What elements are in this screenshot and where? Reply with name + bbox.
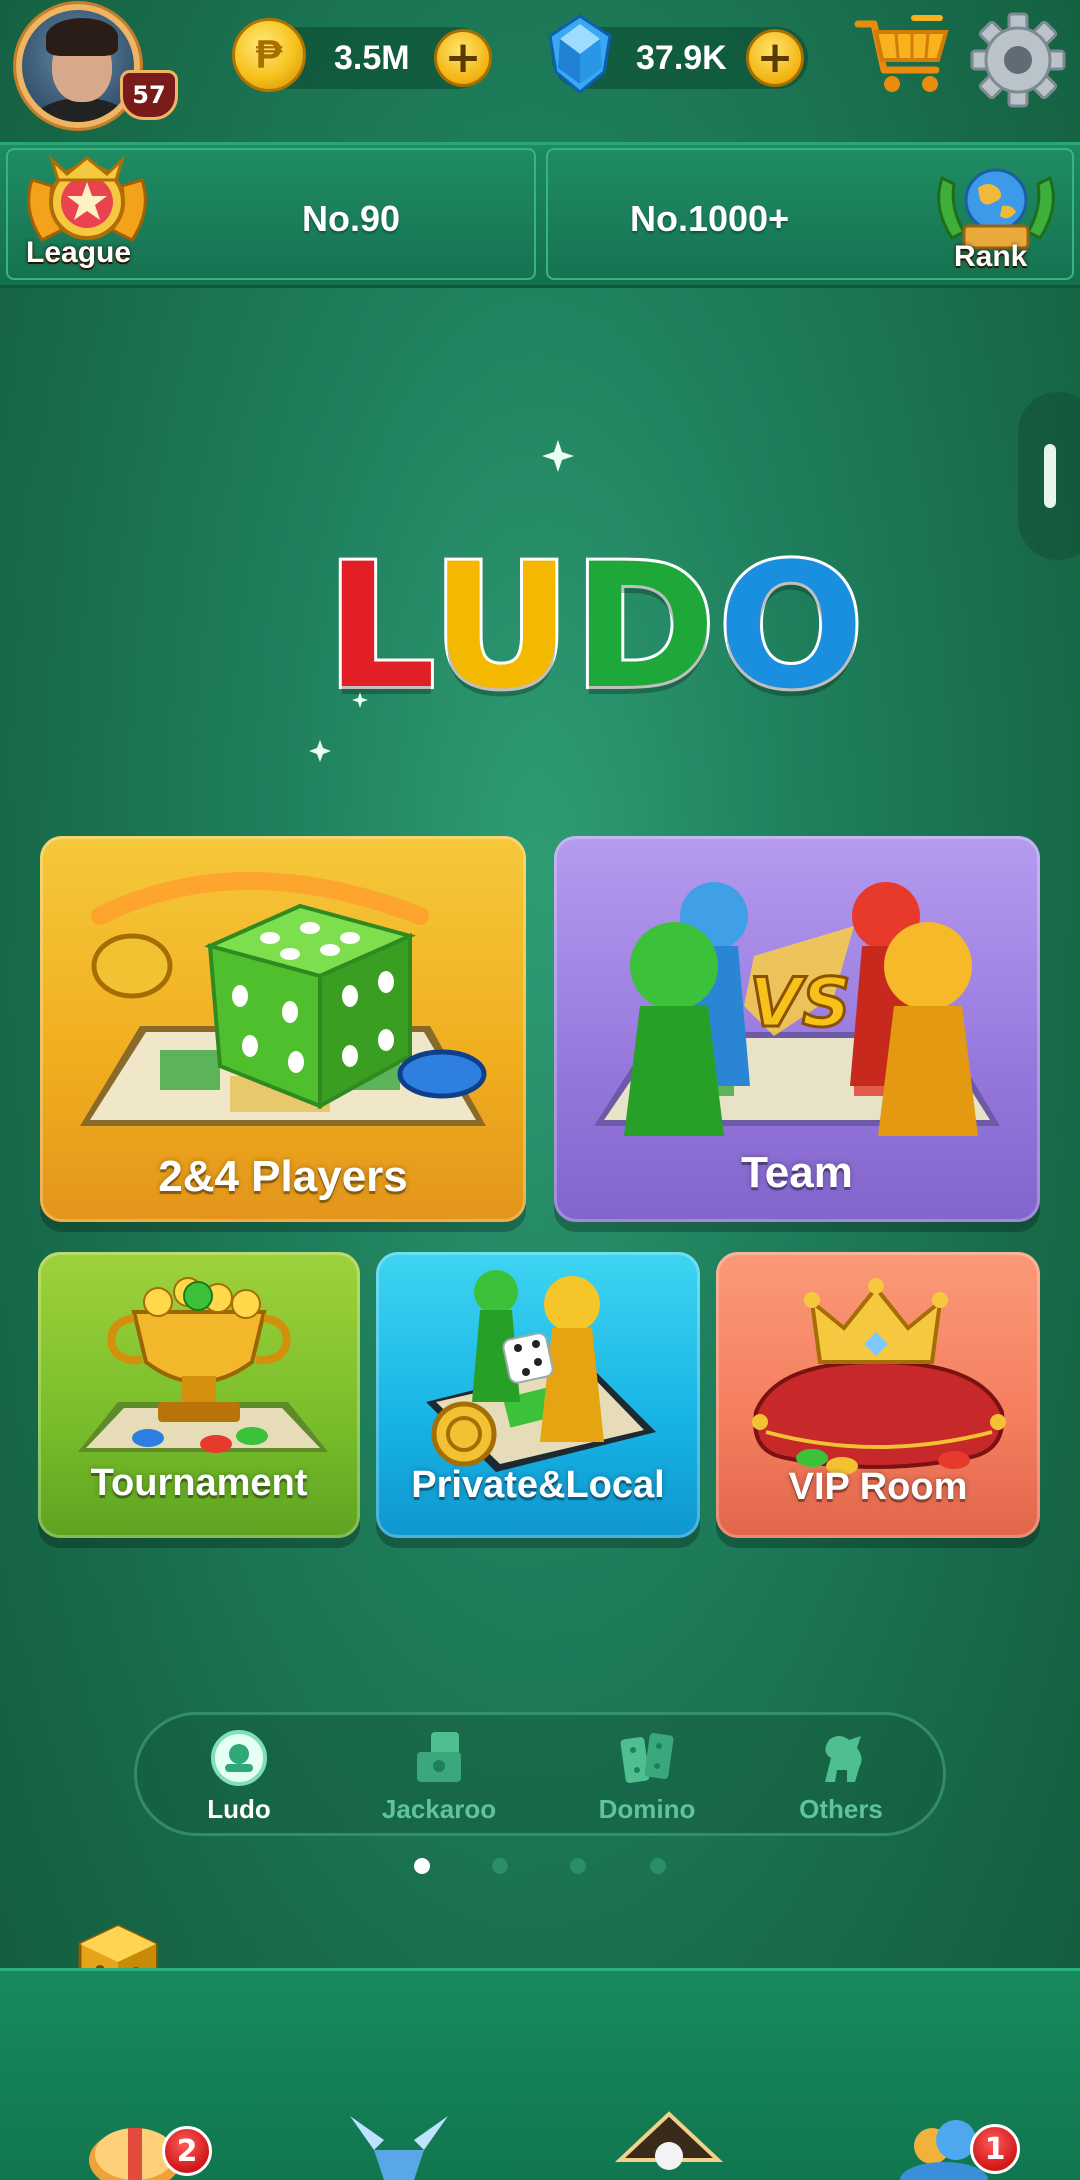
page-indicator-2: [492, 1858, 508, 1874]
logo-letter-l: L: [323, 526, 432, 727]
tab-ludo[interactable]: Ludo: [154, 1722, 324, 1832]
logo-letter-o: O: [715, 526, 867, 727]
league-position: No.90: [302, 198, 401, 239]
rank-label: Rank: [954, 240, 1028, 273]
tab-ludo-label: Ludo: [207, 1794, 271, 1824]
page-indicator-3: [570, 1858, 586, 1874]
coin-icon: ₱: [232, 18, 306, 92]
tab-others[interactable]: Others: [756, 1722, 926, 1832]
nav-home-icon[interactable]: [614, 2110, 724, 2180]
nav-battle-swords-icon[interactable]: [344, 2110, 454, 2180]
mode-vip-room-card[interactable]: VIP Room: [716, 1252, 1040, 1538]
world-position: No.1000+: [630, 198, 790, 239]
coin-amount: 3.5M: [334, 39, 410, 77]
mode-tournament-card[interactable]: Tournament: [38, 1252, 360, 1538]
shop-cart-icon[interactable]: [854, 14, 954, 98]
player-avatar[interactable]: 57: [16, 4, 178, 128]
mode-private-local-label: Private&Local: [411, 1464, 665, 1506]
page-indicator-4: [650, 1858, 666, 1874]
ludo-logo: LUDO: [323, 538, 867, 716]
add-gems-button[interactable]: +: [746, 29, 804, 87]
page-indicator-1: [414, 1858, 430, 1874]
gem-icon: [548, 14, 612, 94]
logo-letter-u: U: [428, 526, 574, 727]
mode-tournament-label: Tournament: [90, 1462, 308, 1504]
jackaroo-cards-icon: [417, 1732, 461, 1782]
tab-others-label: Others: [799, 1794, 883, 1824]
side-drawer-handle[interactable]: [1018, 392, 1080, 560]
nav-friends-notification-badge: 1: [970, 2124, 1020, 2174]
mode-2-4-players-card[interactable]: 2&4 Players: [40, 836, 526, 1222]
horse-icon: [825, 1736, 862, 1782]
settings-gear-icon[interactable]: [966, 8, 1070, 108]
mode-team-card[interactable]: VS Team: [554, 836, 1040, 1222]
mode-2-4-players-label: 2&4 Players: [158, 1152, 408, 1201]
tab-jackaroo[interactable]: Jackaroo: [354, 1722, 524, 1832]
gem-amount: 37.9K: [636, 39, 727, 77]
add-coins-button[interactable]: +: [434, 29, 492, 87]
league-label: League: [26, 236, 132, 269]
mode-team-label: Team: [741, 1148, 853, 1197]
logo-letter-d: D: [570, 526, 719, 727]
tab-domino[interactable]: Domino: [562, 1722, 732, 1832]
domino-tiles-icon: [620, 1733, 674, 1783]
nav-gift-notification-badge: 2: [162, 2126, 212, 2176]
vs-label: VS: [749, 964, 851, 1043]
mode-private-local-card[interactable]: Private&Local: [376, 1252, 700, 1538]
tab-jackaroo-label: Jackaroo: [381, 1794, 497, 1824]
mode-vip-room-label: VIP Room: [788, 1466, 968, 1508]
player-level-badge: 57: [120, 70, 178, 120]
tab-domino-label: Domino: [598, 1794, 696, 1824]
avatar-frame: [16, 4, 140, 128]
ludo-token-icon: [211, 1730, 267, 1786]
